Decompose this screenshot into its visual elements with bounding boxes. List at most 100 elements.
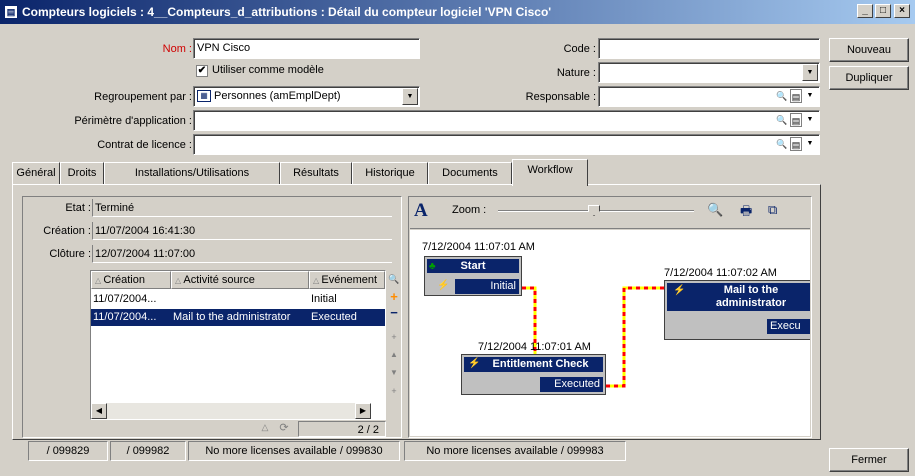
tab-resultats[interactable]: Résultats bbox=[280, 162, 352, 185]
link-check-to-mail-dash bbox=[606, 286, 664, 388]
creation-value: 11/07/2004 16:41:30 bbox=[92, 222, 392, 240]
tab-droits[interactable]: Droits bbox=[60, 162, 104, 185]
cell-evenement: Executed bbox=[311, 311, 357, 323]
node-mail-timestamp: 7/12/2004 11:07:02 AM bbox=[664, 267, 777, 279]
nature-label: Nature : bbox=[556, 67, 596, 79]
chevron-down-icon[interactable]: ▼ bbox=[402, 88, 418, 105]
chevron-down-icon[interactable]: ▼ bbox=[802, 64, 818, 81]
workflow-grid[interactable]: △ Création △ Activité source △ Evénement… bbox=[90, 270, 386, 420]
search-icon[interactable]: 🔍 bbox=[388, 272, 400, 286]
font-icon[interactable]: A bbox=[414, 201, 432, 221]
workflow-diagram-canvas[interactable]: 7/12/2004 11:07:01 AM Start ♣ Initial ⚡ … bbox=[410, 230, 810, 436]
node-check[interactable]: Entitlement Check ⚡ Executed bbox=[461, 354, 606, 395]
details-icon[interactable]: ▤ bbox=[790, 113, 802, 127]
status-tab-2[interactable]: / 099982 bbox=[110, 441, 186, 461]
node-mail-title: Mail to the administrator bbox=[667, 283, 810, 311]
contrat-field[interactable] bbox=[193, 134, 820, 155]
link-check-to-mail bbox=[606, 286, 664, 388]
window-titlebar: ▤ Compteurs logiciels : 4__Compteurs_d_a… bbox=[0, 0, 915, 24]
table-row[interactable]: 11/07/2004... Initial bbox=[91, 291, 385, 308]
expand-icon[interactable]: + bbox=[388, 330, 400, 344]
add-icon[interactable]: + bbox=[388, 290, 400, 304]
tab-general[interactable]: Général bbox=[12, 162, 60, 185]
tab-installations[interactable]: Installations/Utilisations bbox=[104, 162, 280, 185]
nature-select[interactable]: ▼ bbox=[598, 62, 820, 83]
nouveau-button[interactable]: Nouveau bbox=[829, 38, 909, 62]
cell-evenement: Initial bbox=[311, 293, 337, 305]
etat-label: Etat : bbox=[65, 202, 91, 214]
column-header-evenement[interactable]: △ Evénement bbox=[309, 271, 385, 289]
node-start-title: Start bbox=[427, 259, 519, 273]
template-checkbox[interactable]: ✔ bbox=[196, 65, 208, 77]
cloture-label: Clôture : bbox=[49, 248, 91, 260]
perimetre-lookup: 🔍 ▤ ▼ bbox=[776, 112, 818, 129]
nom-label: Nom : bbox=[162, 43, 192, 55]
template-checkbox-label: Utiliser comme modèle bbox=[212, 64, 324, 76]
code-field[interactable] bbox=[598, 38, 820, 59]
cell-activite bbox=[171, 291, 309, 308]
page-counter: 2 / 2 bbox=[298, 421, 386, 437]
status-tab-4[interactable]: No more licenses available / 099983 bbox=[404, 441, 626, 461]
close-button[interactable]: × bbox=[894, 4, 910, 18]
search-icon[interactable]: 🔍 bbox=[776, 113, 788, 127]
status-tab-3[interactable]: No more licenses available / 099830 bbox=[188, 441, 400, 461]
status-tab-1[interactable]: / 099829 bbox=[28, 441, 108, 461]
nom-field[interactable]: VPN Cisco bbox=[193, 38, 420, 59]
event-icon: ⚡ bbox=[437, 280, 450, 291]
cloture-value: 12/07/2004 11:07:00 bbox=[92, 245, 392, 263]
scroll-left-icon[interactable]: ◀ bbox=[91, 403, 107, 419]
remove-icon[interactable]: − bbox=[388, 306, 400, 320]
move-up-icon[interactable]: ▲ bbox=[388, 348, 400, 362]
horizontal-scrollbar[interactable]: ◀ ▶ bbox=[91, 403, 371, 419]
details-icon[interactable]: ▤ bbox=[790, 137, 802, 151]
search-icon[interactable]: 🔍 bbox=[776, 137, 788, 151]
details-icon[interactable]: ▤ bbox=[790, 89, 802, 103]
column-header-creation[interactable]: △ Création bbox=[91, 271, 171, 289]
responsable-lookup: 🔍 ▤ ▼ bbox=[776, 88, 818, 105]
table-row-selected[interactable]: 11/07/2004... Mail to the administrator … bbox=[91, 309, 385, 326]
node-check-timestamp: 7/12/2004 11:07:01 AM bbox=[478, 341, 591, 353]
regroupement-select[interactable]: ▦ Personnes (amEmplDept) ▼ bbox=[193, 86, 420, 107]
copy-icon[interactable]: ⧉ bbox=[768, 202, 784, 218]
code-label: Code : bbox=[563, 43, 596, 55]
dupliquer-button[interactable]: Dupliquer bbox=[829, 66, 909, 90]
print-icon[interactable]: 🖶 bbox=[740, 202, 758, 218]
chevron-down-icon[interactable]: ▼ bbox=[804, 89, 816, 103]
grid-side-toolbar: 🔍 + − + ▲ ▼ + bbox=[386, 270, 402, 420]
refresh-icon[interactable]: ⟳ bbox=[276, 421, 292, 437]
node-mail[interactable]: Mail to the administrator ⚡ Execu bbox=[664, 280, 810, 340]
zoom-icon[interactable]: 🔍 bbox=[707, 202, 723, 218]
regroupement-label: Regroupement par : bbox=[94, 91, 192, 103]
minimize-button[interactable]: _ bbox=[857, 4, 873, 18]
tab-documents[interactable]: Documents bbox=[428, 162, 512, 185]
search-icon[interactable]: 🔍 bbox=[776, 89, 788, 103]
person-icon: ♣ bbox=[429, 261, 436, 272]
node-start-status: Initial bbox=[455, 279, 519, 294]
column-header-activite[interactable]: △ Activité source bbox=[171, 271, 309, 289]
perimetre-label: Périmètre d'application : bbox=[74, 115, 192, 127]
etat-value: Terminé bbox=[92, 199, 392, 217]
chevron-down-icon[interactable]: ▼ bbox=[804, 113, 816, 127]
collapse-icon[interactable]: + bbox=[388, 384, 400, 398]
perimetre-field[interactable] bbox=[193, 110, 820, 131]
zoom-slider[interactable] bbox=[498, 205, 694, 216]
contrat-lookup: 🔍 ▤ ▼ bbox=[776, 136, 818, 153]
tab-historique[interactable]: Historique bbox=[352, 162, 428, 185]
tab-workflow[interactable]: Workflow bbox=[512, 159, 588, 186]
contrat-label: Contrat de licence : bbox=[97, 139, 192, 151]
regroupement-value: Personnes (amEmplDept) bbox=[214, 90, 341, 102]
node-start-timestamp: 7/12/2004 11:07:01 AM bbox=[422, 241, 535, 253]
maximize-button[interactable]: □ bbox=[875, 4, 891, 18]
sort-icon[interactable]: △ bbox=[258, 422, 272, 436]
cell-activite: Mail to the administrator bbox=[173, 311, 291, 323]
table-icon: ▦ bbox=[197, 90, 211, 102]
scroll-right-icon[interactable]: ▶ bbox=[355, 403, 371, 419]
fermer-button[interactable]: Fermer bbox=[829, 448, 909, 472]
window-title: Compteurs logiciels : 4__Compteurs_d_att… bbox=[22, 5, 552, 19]
node-start[interactable]: Start ♣ Initial ⚡ bbox=[424, 256, 522, 296]
activity-icon: ⚡ bbox=[673, 285, 686, 296]
node-check-title: Entitlement Check bbox=[464, 357, 603, 372]
diagram-divider bbox=[410, 228, 810, 229]
move-down-icon[interactable]: ▼ bbox=[388, 366, 400, 380]
chevron-down-icon[interactable]: ▼ bbox=[804, 137, 816, 151]
